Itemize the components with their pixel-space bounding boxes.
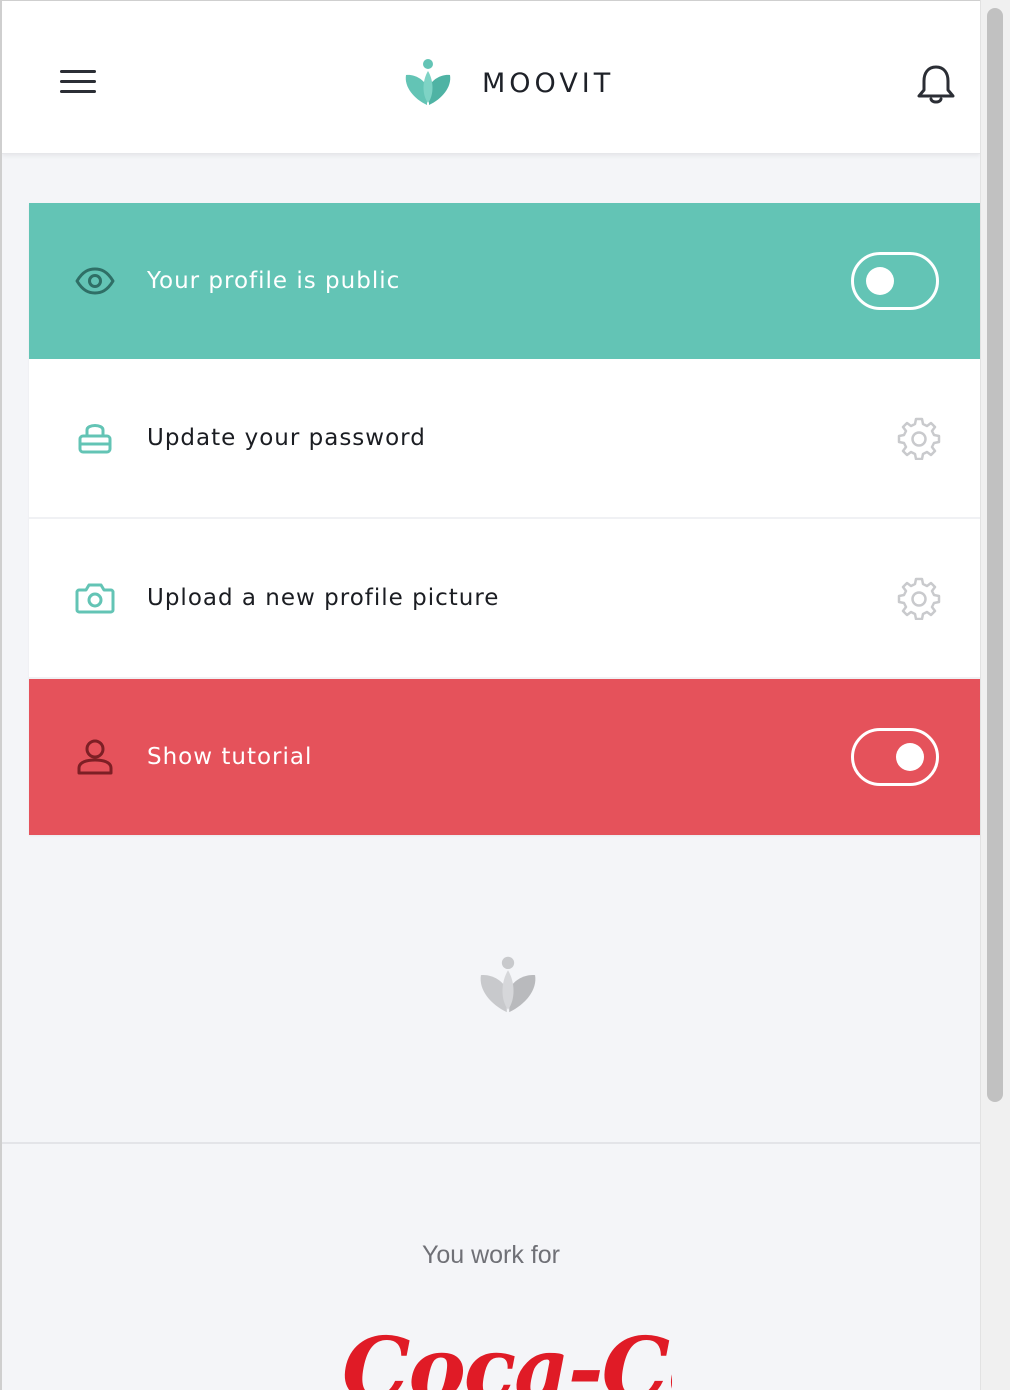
hamburger-menu-button[interactable] <box>60 67 96 97</box>
company-logo: Coca-Cola <box>342 1325 672 1390</box>
settings-row-label: Show tutorial <box>147 744 313 770</box>
app-header: MOOVIT <box>2 1 980 154</box>
brand[interactable]: MOOVIT <box>402 57 614 109</box>
app-frame: MOOVIT Your profile is public Update you… <box>0 0 980 1390</box>
you-work-for-label: You work for <box>421 1241 561 1269</box>
lock-icon <box>78 424 112 454</box>
settings-row-label: Your profile is public <box>147 268 401 294</box>
settings-card: Your profile is public Update your passw… <box>29 203 980 835</box>
toggle-knob <box>896 743 924 771</box>
bell-icon <box>917 65 955 104</box>
scrollbar-thumb[interactable] <box>987 8 1003 1102</box>
gear-icon[interactable] <box>897 416 941 460</box>
settings-row-update-password[interactable]: Update your password <box>29 359 980 519</box>
settings-row-profile-public[interactable]: Your profile is public <box>29 203 980 359</box>
toggle-knob <box>866 267 894 295</box>
app-name: MOOVIT <box>482 67 615 99</box>
hamburger-icon-line <box>60 80 96 83</box>
camera-icon <box>75 583 115 614</box>
moovit-logo-icon <box>405 59 451 105</box>
notifications-button[interactable] <box>914 61 958 105</box>
moovit-logo-icon <box>480 956 536 1013</box>
hamburger-icon-line <box>60 90 96 93</box>
company-logo-wordmark: Coca-Cola <box>342 1325 672 1390</box>
hamburger-icon <box>60 70 96 73</box>
profile-public-toggle[interactable] <box>851 252 939 310</box>
show-tutorial-toggle[interactable] <box>851 728 939 786</box>
settings-row-label: Update your password <box>147 425 426 451</box>
footer-divider <box>2 1142 980 1144</box>
settings-row-show-tutorial[interactable]: Show tutorial <box>29 679 980 835</box>
gear-icon[interactable] <box>897 576 941 620</box>
user-icon <box>77 739 113 775</box>
settings-row-label: Upload a new profile picture <box>147 585 500 611</box>
eye-icon <box>75 267 115 295</box>
settings-row-upload-picture[interactable]: Upload a new profile picture <box>29 519 980 679</box>
